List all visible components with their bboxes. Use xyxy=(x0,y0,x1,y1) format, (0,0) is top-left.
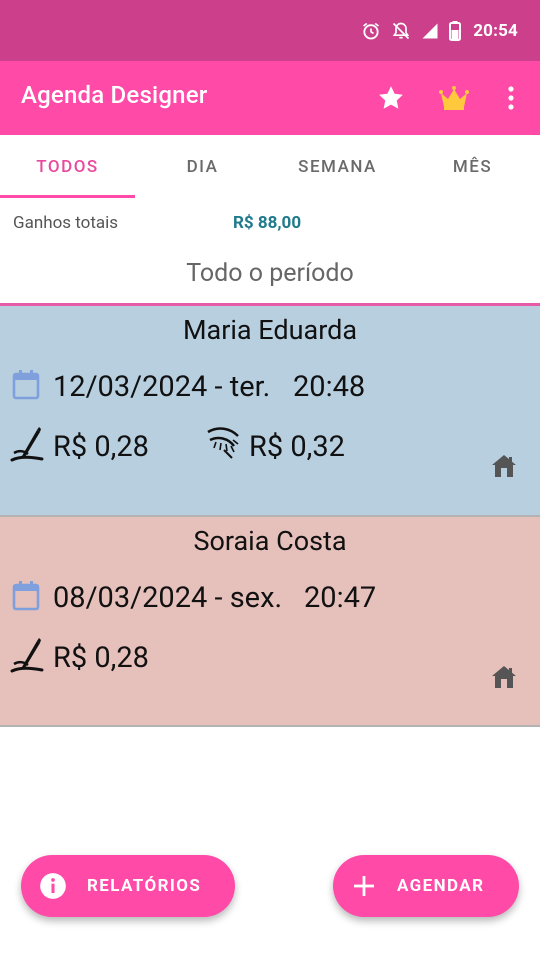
client-name: Maria Eduarda xyxy=(182,314,358,346)
tab-mes[interactable]: MÊS xyxy=(405,135,540,198)
calendar-icon xyxy=(12,581,40,611)
appointment-time: 20:47 xyxy=(304,581,377,615)
home-icon xyxy=(492,455,516,477)
total-earnings-value: R$ 88,00 xyxy=(233,213,302,233)
more-vert-icon xyxy=(508,86,514,110)
crown-icon xyxy=(439,86,469,110)
brow-pencil-icon xyxy=(10,638,44,673)
star-icon xyxy=(379,86,403,109)
app-bar: Agenda Designer xyxy=(0,61,540,135)
service-price: R$ 0,28 xyxy=(53,430,149,464)
schedule-button[interactable]: AGENDAR xyxy=(333,855,519,917)
reports-label: RELATÓRIOS xyxy=(87,876,202,896)
calendar-icon xyxy=(12,370,40,400)
appointment-date: 08/03/2024 - sex. xyxy=(53,581,283,615)
alarm-icon xyxy=(363,22,380,40)
period-tabs: TODOS DIA SEMANA MÊS xyxy=(0,135,540,198)
status-bar: 20:54 xyxy=(0,0,540,61)
brow-pencil-icon xyxy=(10,427,44,462)
battery-icon xyxy=(449,21,462,41)
app-title: Agenda Designer xyxy=(21,81,208,109)
total-earnings-label: Ganhos totais xyxy=(13,213,119,233)
reports-button[interactable]: RELATÓRIOS xyxy=(21,855,235,917)
favorites-button[interactable] xyxy=(374,81,408,115)
eyelash-icon xyxy=(207,427,239,459)
add-icon xyxy=(354,876,374,896)
signal-icon xyxy=(422,23,438,39)
service-price: R$ 0,32 xyxy=(249,430,345,464)
appointment-card[interactable]: Soraia Costa 08/03/2024 - sex. 20:47 R$ … xyxy=(0,517,540,727)
appointment-time: 20:48 xyxy=(293,370,366,404)
schedule-label: AGENDAR xyxy=(397,876,485,896)
home-icon xyxy=(492,666,516,688)
tab-semana[interactable]: SEMANA xyxy=(270,135,405,198)
appointment-card[interactable]: Maria Eduarda 12/03/2024 - ter. 20:48 R$… xyxy=(0,306,540,517)
service-price: R$ 0,28 xyxy=(53,641,149,675)
tab-todos[interactable]: TODOS xyxy=(0,135,135,198)
tab-dia[interactable]: DIA xyxy=(135,135,270,198)
period-title: Todo o período xyxy=(186,259,354,288)
more-options-button[interactable] xyxy=(494,81,528,115)
status-time: 20:54 xyxy=(473,21,518,41)
status-icons: 20:54 xyxy=(361,18,518,44)
appointment-date: 12/03/2024 - ter. xyxy=(53,370,271,404)
info-icon xyxy=(40,873,66,899)
premium-button[interactable] xyxy=(437,81,471,115)
notifications-off-icon xyxy=(392,22,410,40)
client-name: Soraia Costa xyxy=(193,525,347,557)
